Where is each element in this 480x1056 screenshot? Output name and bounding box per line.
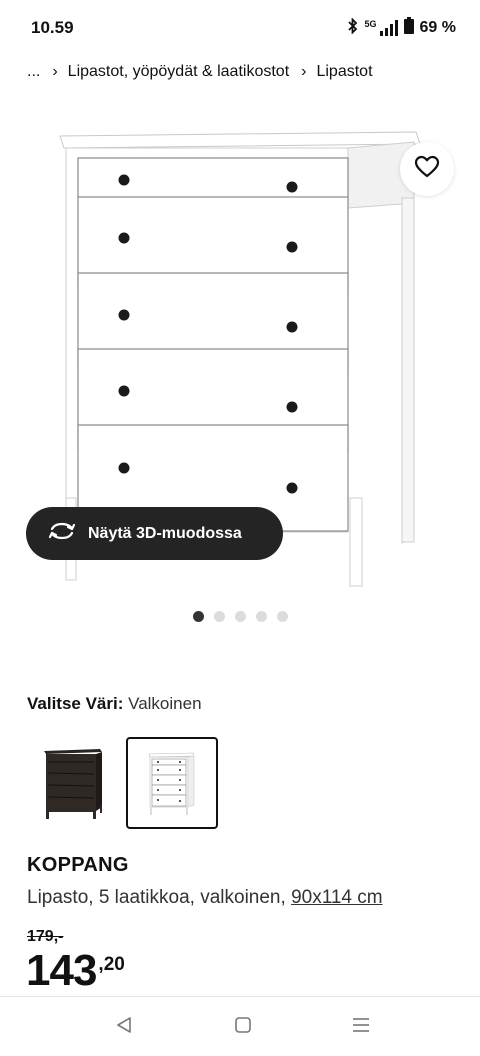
breadcrumb-item-current[interactable]: Lipastot (316, 63, 372, 81)
heart-icon (414, 155, 440, 184)
view-3d-button[interactable]: Näytä 3D-muodossa (26, 507, 283, 560)
color-swatch-black-brown[interactable] (27, 737, 119, 829)
network-type: 5G (364, 19, 377, 29)
carousel-dots (0, 611, 480, 622)
old-price: 179,- (27, 928, 64, 945)
status-bar: 10.59 5G 69 % (0, 0, 480, 56)
system-nav-bar (0, 996, 480, 1056)
breadcrumb-ellipsis[interactable]: ... (27, 63, 40, 81)
carousel-dot[interactable] (276, 611, 288, 622)
battery-level: 69 % (419, 19, 456, 36)
dresser-thumbnail-black (44, 749, 102, 819)
color-swatch-white[interactable] (126, 737, 218, 829)
product-dimensions-link[interactable]: 90x114 cm (291, 887, 383, 908)
dresser-thumbnail-white (148, 752, 195, 815)
product-name: KOPPANG (27, 854, 129, 876)
product-description-text: Lipasto, 5 laatikkoa, valkoinen, (27, 887, 292, 908)
chevron-right-icon: › (301, 63, 307, 80)
nav-back-button[interactable] (111, 1015, 137, 1039)
price-integer: 143 (26, 946, 97, 995)
nav-recent-button[interactable] (348, 1015, 374, 1039)
view-3d-label: Näytä 3D-muodossa (88, 524, 242, 542)
color-heading: Valitse Väri: Valkoinen (27, 694, 202, 714)
breadcrumb-item-category[interactable]: Lipastot, yöpöydät & laatikostot (68, 63, 289, 81)
signal-icon: 5G (365, 20, 398, 36)
breadcrumb: ... › Lipastot, yöpöydät & laatikostot ›… (27, 60, 470, 84)
battery-icon (403, 17, 414, 39)
lines-recent-icon (352, 1016, 370, 1039)
bluetooth-icon (347, 16, 359, 39)
carousel-dot[interactable] (234, 611, 246, 622)
product-description: Lipasto, 5 laatikkoa, valkoinen, 90x114 … (27, 887, 383, 909)
color-label: Valitse Väri: (27, 694, 124, 713)
color-value: Valkoinen (128, 694, 202, 713)
price: 143 ,20 (26, 947, 125, 995)
price-decimal: ,20 (98, 954, 125, 975)
favorite-button[interactable] (400, 142, 454, 196)
carousel-dot[interactable] (255, 611, 267, 622)
chevron-right-icon: › (52, 63, 58, 80)
status-indicators: 5G 69 % (347, 16, 456, 39)
status-time: 10.59 (31, 18, 74, 37)
rotate-3d-icon (48, 521, 76, 546)
carousel-dot[interactable] (213, 611, 225, 622)
square-home-icon (234, 1016, 252, 1039)
carousel-dot[interactable] (192, 611, 204, 622)
nav-home-button[interactable] (230, 1015, 256, 1039)
triangle-back-icon (115, 1016, 133, 1039)
